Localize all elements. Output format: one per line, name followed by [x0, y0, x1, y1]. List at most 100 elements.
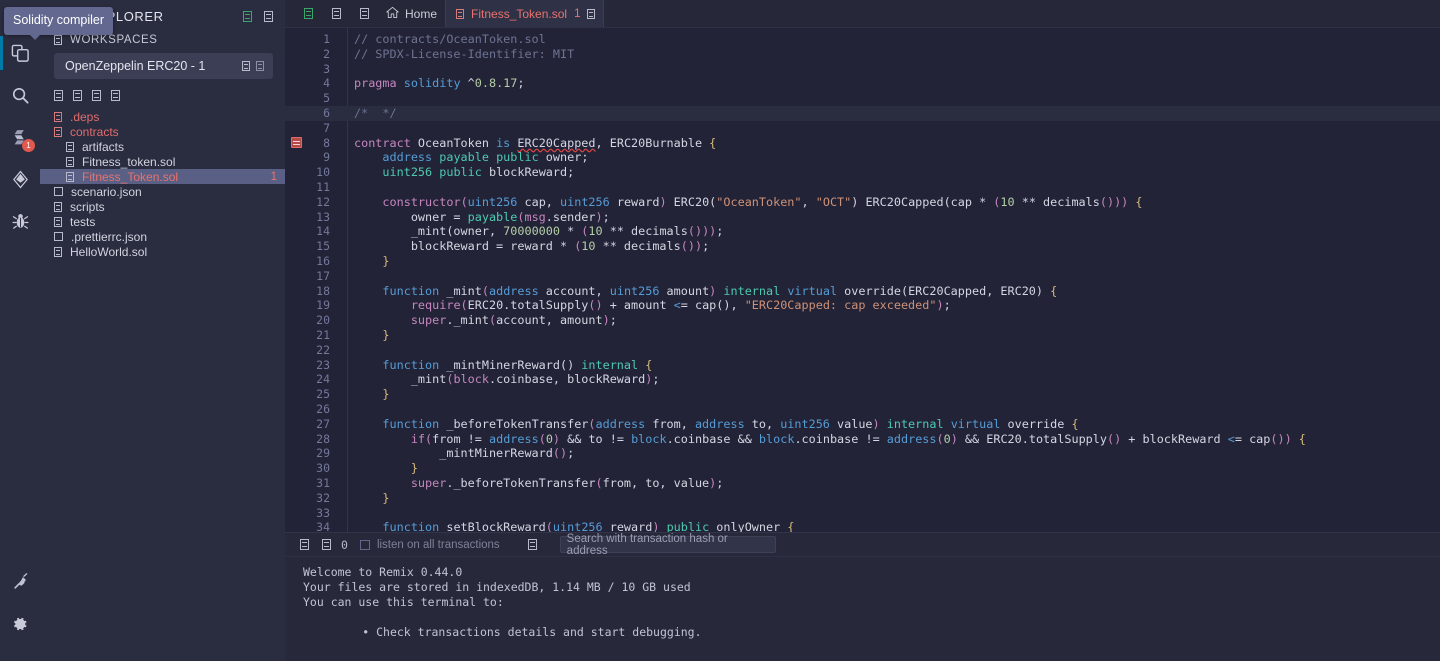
code-line-text: require(ERC20.totalSupply() + amount <= … [410, 298, 951, 313]
code-line-text: function _beforeTokenTransfer(address fr… [382, 416, 1079, 431]
line-number: 21 [316, 327, 330, 342]
terminal-line: You can use this terminal to: [303, 595, 504, 609]
line-number: 15 [316, 239, 330, 254]
zoom-out-icon[interactable] [352, 8, 376, 19]
sidebar-item-debugger[interactable] [0, 200, 40, 242]
workspace-edit-icon[interactable] [242, 61, 250, 71]
code-line: 2 // SPDX-License-Identifier: MIT [285, 47, 1440, 62]
solidity-icon [66, 171, 74, 182]
workspace-select-value: OpenZeppelin ERC20 - 1 [65, 59, 206, 73]
file-tree-item[interactable]: Fitness_Token.sol 1 [40, 169, 285, 184]
file-tree-item[interactable]: scenario.json [40, 184, 285, 199]
home-icon [386, 6, 399, 22]
zoom-in-icon[interactable] [320, 8, 352, 19]
sidebar-item-search[interactable] [0, 74, 40, 116]
file-tree-item-label: .deps [70, 109, 100, 124]
code-line-text: } [382, 490, 390, 505]
search-toggle-icon[interactable] [522, 539, 544, 550]
new-folder-icon[interactable] [73, 90, 82, 101]
line-number: 26 [316, 401, 330, 416]
search-icon [11, 86, 30, 105]
file-tree-item[interactable]: artifacts [40, 139, 285, 154]
publish-to-gist-icon[interactable] [243, 10, 252, 22]
sidebar-item-solidity-compiler[interactable]: 1 [0, 116, 40, 158]
tab-fitness-token-sol[interactable]: Fitness_Token.sol 1 [445, 0, 605, 27]
code-line: 12 constructor(uint256 cap, uint256 rewa… [285, 195, 1440, 210]
line-number: 24 [316, 372, 330, 387]
code-line-text: owner = payable(msg.sender); [354, 209, 610, 224]
code-line-text: function _mint(address account, uint256 … [382, 283, 1058, 298]
sidebar-item-settings[interactable] [0, 603, 40, 645]
line-number: 3 [323, 61, 330, 76]
file-tree-item[interactable]: Fitness_token.sol [40, 154, 285, 169]
code-line-text: pragma solidity ^0.8.17; [354, 76, 525, 91]
file-explorer-header-actions [243, 10, 273, 22]
workspaces-label: WORKSPACES [70, 34, 158, 46]
workspaces-icon [54, 35, 62, 45]
line-number: 16 [316, 253, 330, 268]
file-tree-item-label: artifacts [82, 139, 125, 154]
file-explorer-menu-icon[interactable] [264, 10, 273, 22]
line-number: 2 [323, 46, 330, 61]
sidebar-item-deploy-run[interactable] [0, 158, 40, 200]
code-line-text: // SPDX-License-Identifier: MIT [354, 46, 575, 61]
code-line-text: } [382, 327, 390, 342]
tab-error-count: 1 [574, 7, 581, 20]
line-number: 28 [316, 431, 330, 446]
code-line: 9 address payable public owner; [285, 150, 1440, 165]
new-file-icon[interactable] [54, 90, 63, 101]
file-tree-item[interactable]: .deps [40, 109, 285, 124]
code-line-text: contract OceanToken is ERC20Capped, ERC2… [354, 135, 717, 150]
line-number: 31 [316, 475, 330, 490]
code-line-text: address payable public owner; [382, 150, 589, 165]
listen-on-network-label: listen on all transactions [376, 538, 500, 551]
listen-on-network-checkbox[interactable]: listen on all transactions [359, 538, 500, 551]
run-script-icon[interactable] [296, 8, 320, 19]
json-file-icon [54, 232, 63, 241]
workspace-select[interactable]: OpenZeppelin ERC20 - 1 [54, 53, 273, 79]
code-line-text: } [382, 253, 390, 268]
clear-console-icon[interactable] [315, 539, 337, 550]
file-explorer-toolbar [40, 79, 285, 107]
icon-bar-bottom-group [0, 561, 40, 661]
code-line: 32 } [285, 491, 1440, 506]
code-line: 23 function _mintMinerReward() internal … [285, 358, 1440, 373]
line-number: 19 [316, 298, 330, 313]
line-number: 10 [316, 165, 330, 180]
line-number: 20 [316, 313, 330, 328]
code-line-text: /* */ [354, 105, 397, 120]
line-number: 11 [316, 179, 330, 194]
upload-file-icon[interactable] [111, 90, 120, 101]
error-marker-icon[interactable] [291, 136, 302, 148]
terminal-line: Welcome to Remix 0.44.0 [303, 565, 463, 579]
solidity-file-icon [456, 8, 465, 19]
tab-active-label: Fitness_Token.sol [471, 6, 568, 21]
publish-icon[interactable] [92, 90, 101, 101]
file-tree-item-label: Fitness_token.sol [82, 154, 176, 169]
sidebar-item-plugin-manager[interactable] [0, 561, 40, 603]
debugger-bug-icon [11, 212, 30, 231]
code-line-text: function _mintMinerReward() internal { [382, 357, 653, 372]
code-line: 1 // contracts/OceanToken.sol [285, 32, 1440, 47]
file-tree-item-label: scripts [70, 199, 105, 214]
line-number: 22 [316, 342, 330, 357]
code-line: 10 uint256 public blockReward; [285, 165, 1440, 180]
transaction-search-input[interactable]: Search with transaction hash or address [559, 533, 776, 557]
line-number: 30 [316, 461, 330, 476]
folder-icon [54, 111, 62, 122]
line-number: 13 [316, 209, 330, 224]
close-icon[interactable] [587, 8, 596, 19]
transaction-search-placeholder: Search with transaction hash or address [566, 532, 728, 557]
file-tree-item[interactable]: tests [40, 214, 285, 229]
folder-icon [54, 201, 62, 212]
file-tree-item[interactable]: HelloWorld.sol [40, 244, 285, 259]
file-tree-item[interactable]: .prettierrc.json [40, 229, 285, 244]
code-line: 31 super._beforeTokenTransfer(from, to, … [285, 476, 1440, 491]
code-line: 13 owner = payable(msg.sender); [285, 210, 1440, 225]
file-tree-item[interactable]: contracts [40, 124, 285, 139]
file-explorer-icon [11, 44, 30, 63]
file-tree-item[interactable]: scripts [40, 199, 285, 214]
terminal-toggle-icon[interactable] [293, 539, 315, 550]
tab-home[interactable]: Home [376, 0, 445, 27]
chevron-down-icon[interactable] [256, 61, 264, 71]
